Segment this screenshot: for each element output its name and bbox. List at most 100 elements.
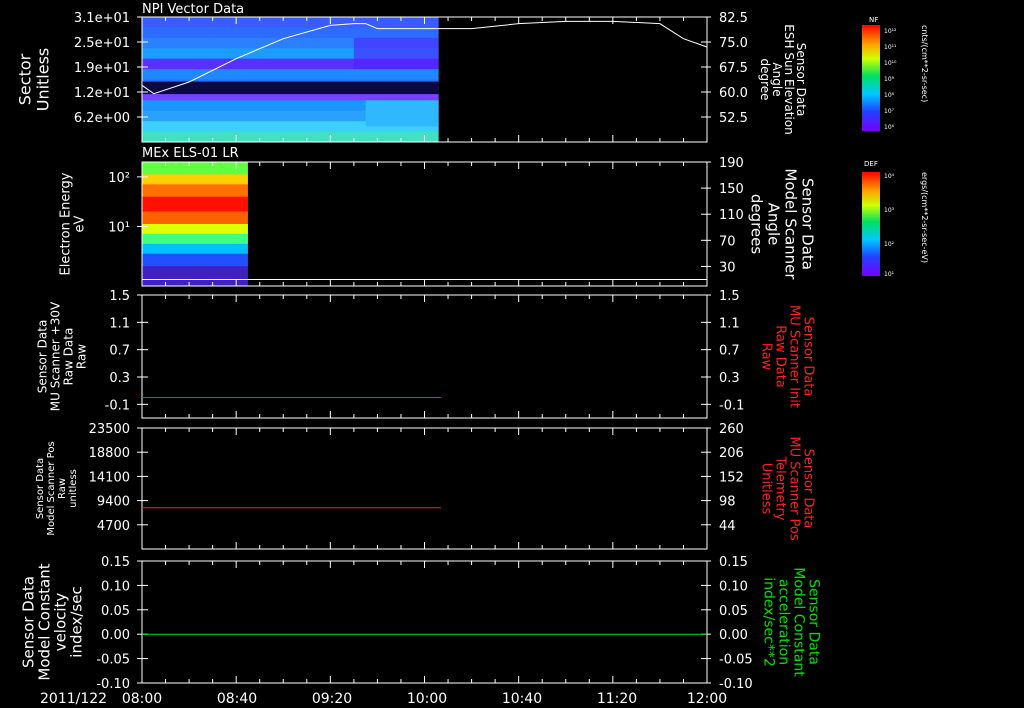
npi-ylabel: Sector <box>16 53 35 105</box>
els-heatmap-band <box>142 184 248 198</box>
npi-heatmap-band <box>365 100 439 127</box>
panel3-ylabel: MU Scanner +30V <box>49 301 63 411</box>
npi-right-tick-label: 82.5 <box>719 11 748 26</box>
colorbar-nf-tick: 10⁶ <box>884 124 895 131</box>
npi-heatmap-row <box>142 131 439 143</box>
els-ylabel: Electron Energy <box>59 172 74 275</box>
els-right-tick-label: 30 <box>719 260 736 275</box>
npi-heatmap-row <box>142 69 439 80</box>
els-right-tick-label: 110 <box>719 208 744 223</box>
panel3-left-tick-label: 1.1 <box>109 316 130 331</box>
els-heatmap-band <box>142 162 248 175</box>
npi-right-tick-label: 52.5 <box>719 111 748 126</box>
panel3-right-label: Sensor Data <box>800 317 815 397</box>
panel4-ylabel: Raw <box>57 478 68 499</box>
panel5-right-tick-label: 0.15 <box>719 555 748 570</box>
panel5-right-label: index/sec**2 <box>761 577 777 667</box>
colorbar-nf-tick: 10¹⁰ <box>884 60 897 67</box>
panel4-ylabel: Model Scanner Pos <box>46 441 57 535</box>
els-heatmap-band <box>142 266 248 287</box>
els-heatmap-band <box>142 196 248 213</box>
colorbar-nf-gradient <box>862 25 880 131</box>
colorbar-nf-tick: 10⁹ <box>884 76 895 83</box>
npi-right-tick-label: 60.0 <box>719 86 748 101</box>
panel4-left-tick-label: 14100 <box>89 470 130 485</box>
els-right-tick-label: 150 <box>719 182 744 197</box>
panel4-right-tick-label: 44 <box>719 519 736 534</box>
panel5-left-tick-label: 0.05 <box>101 604 130 619</box>
panel3-left-tick-label: 0.7 <box>109 344 130 359</box>
colorbar-nf-label: NF <box>869 16 878 24</box>
panel4-ylabel: Sensor Data <box>35 458 46 519</box>
panel3-right-tick-label: -0.1 <box>719 398 744 413</box>
panel5-left-tick-label: 0.00 <box>101 628 130 643</box>
els-left-tick-label: 10¹ <box>108 220 130 235</box>
panel3-right-tick-label: 0.7 <box>719 344 740 359</box>
panel3-ylabel: Raw Data <box>62 328 76 386</box>
panel4-right-tick-label: 260 <box>719 422 744 437</box>
colorbar-def-gradient <box>862 172 880 276</box>
els-heatmap-band <box>142 233 248 245</box>
npi-heatmap-gap <box>142 81 439 95</box>
npi-heatmap-band <box>353 37 439 70</box>
npi-left-tick-label: 1.9e+01 <box>74 61 130 76</box>
panel3-left-tick-label: 0.3 <box>109 371 130 386</box>
els-right-label: Model Scanner <box>781 168 799 280</box>
npi-right-tick-label: 75.0 <box>719 36 748 51</box>
els-left-tick-label: 10² <box>108 171 130 186</box>
colorbar-nf-units: cnts/(cm**2-sr-sec) <box>920 25 929 102</box>
date-label: 2011/122 <box>40 691 107 707</box>
time-tick-label: 11:20 <box>597 691 637 707</box>
els-right-label: degrees <box>747 194 765 255</box>
colorbar-def-tick: 10² <box>884 241 895 248</box>
time-tick-label: 08:40 <box>217 691 257 707</box>
colorbar-def-label: DEF <box>864 160 878 168</box>
time-tick-label: 10:40 <box>502 691 542 707</box>
colorbar-def-tick: 10⁴ <box>884 173 895 180</box>
colorbar-nf-tick: 10¹² <box>884 28 897 35</box>
npi-heatmap-row <box>142 17 439 28</box>
els-right-label: Sensor Data <box>798 178 816 270</box>
spectrogram-figure: 3.1e+01 2.5e+01 1.9e+01 1.2e+01 6.2e+00 82.5 7… <box>0 0 1024 708</box>
els-heatmap-band <box>142 253 248 267</box>
panel3-ylabel: Sensor Data <box>36 320 50 394</box>
panel3-right-label: MU Scanner Init <box>786 305 801 408</box>
panel5-left-tick-label: 0.15 <box>101 555 130 570</box>
time-tick-label: 10:00 <box>407 691 447 707</box>
els-right-tick-label: 190 <box>719 156 744 171</box>
panel4-left-tick-label: 9400 <box>97 495 130 510</box>
panel5-right-label: Sensor Data <box>806 579 822 665</box>
npi-left-tick-label: 6.2e+00 <box>74 111 130 126</box>
panel2-title: MEx ELS-01 LR <box>142 146 239 161</box>
panel4-right-tick-label: 206 <box>719 446 744 461</box>
panel4-left-tick-label: 18800 <box>89 446 130 461</box>
time-tick-label: 12:00 <box>687 691 727 707</box>
panel4-right-tick-label: 98 <box>719 495 736 510</box>
time-tick-label: 09:20 <box>312 691 352 707</box>
els-heatmap-band <box>142 224 248 235</box>
panel5-left-tick-label: -0.10 <box>96 677 130 692</box>
npi-right-tick-label: 67.5 <box>719 61 748 76</box>
colorbar-def-tick: 10³ <box>884 207 895 214</box>
panel4-right-label: Telemetry <box>772 455 787 520</box>
panel3-right-label: Raw <box>758 343 773 371</box>
panel5-right-tick-label: -0.05 <box>719 653 753 668</box>
els-ylabel: eV <box>73 215 88 232</box>
els-heatmap-band <box>142 243 248 255</box>
els-right-tick-label: 70 <box>719 234 736 249</box>
colorbar-nf-tick: 10⁸ <box>884 92 895 99</box>
els-right-label: Angle <box>764 203 782 246</box>
panel3-left-tick-label: -0.1 <box>105 398 130 413</box>
panel5-right-label: acceleration <box>776 579 792 665</box>
panel5-left-tick-label: 0.10 <box>101 579 130 594</box>
npi-ylabel: Unitless <box>34 48 53 112</box>
panel4-right-label: MU Scanner Pos <box>786 436 801 541</box>
time-tick-label: 08:00 <box>122 691 162 707</box>
npi-left-tick-label: 2.5e+01 <box>74 36 130 51</box>
panel4-right-tick-label: 152 <box>719 470 744 485</box>
panel4-right-label: Sensor Data <box>800 449 815 529</box>
panel4-right-label: Unitless <box>758 463 773 515</box>
panel5-right-label: Model Constant <box>791 567 807 677</box>
panel3-right-label: Raw Data <box>772 325 787 388</box>
panel4-left-tick-label: 23500 <box>89 422 130 437</box>
